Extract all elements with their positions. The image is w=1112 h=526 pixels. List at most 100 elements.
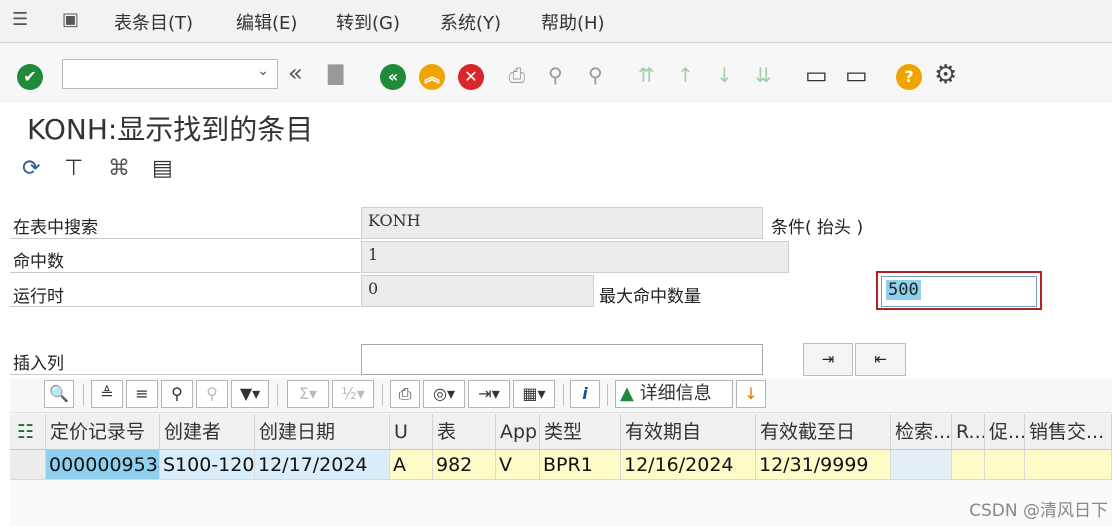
select-all-icon[interactable]: ☷ — [10, 414, 46, 450]
mountain-icon: ▲ — [620, 383, 634, 404]
column-header[interactable]: 促... — [985, 414, 1025, 450]
insert-column-input[interactable] — [361, 344, 763, 375]
last-page-icon: ⇊ — [755, 63, 772, 87]
divider — [10, 374, 360, 375]
column-header[interactable]: 检索... — [891, 414, 952, 450]
column-header[interactable]: 创建者 — [160, 414, 255, 450]
chevron-down-icon[interactable]: ⌄ — [257, 63, 269, 79]
table-cell[interactable]: 12/17/2024 — [255, 450, 390, 480]
network-icon[interactable]: ⌘ — [108, 156, 136, 186]
first-page-icon: ⇈ — [638, 63, 655, 87]
hit-count-field: 1 — [361, 241, 789, 273]
menu-help[interactable]: 帮助(H) — [541, 9, 605, 35]
refresh-icon[interactable]: ⟳ — [22, 156, 50, 186]
runtime-field: 0 — [361, 275, 594, 307]
export-icon[interactable]: ⇥▾ — [468, 380, 510, 408]
runtime-label: 运行时 — [13, 287, 64, 307]
table-cell[interactable]: S100-120 — [160, 450, 255, 480]
column-header[interactable]: 有效期自 — [621, 414, 756, 450]
remove-column-button[interactable]: ⇤ — [855, 343, 906, 376]
exit-icon[interactable]: ︽ — [419, 64, 445, 90]
menu-icon[interactable]: ☰ — [12, 9, 28, 30]
info-icon[interactable]: i — [570, 380, 600, 408]
settings-icon[interactable]: ⚙ — [934, 60, 957, 90]
column-header[interactable]: 有效截至日 — [756, 414, 891, 450]
subtotal-icon: ½▾ — [332, 380, 374, 408]
divider — [10, 272, 360, 273]
sum-icon: Σ▾ — [287, 380, 329, 408]
watermark: CSDN @清风日下 — [969, 501, 1108, 521]
check-table-icon[interactable]: ⊤ — [64, 156, 92, 186]
table-cell[interactable] — [1025, 450, 1112, 480]
table-cell[interactable]: 12/31/9999 — [756, 450, 891, 480]
divider — [10, 238, 360, 239]
sort-asc-icon[interactable]: ≜ — [91, 380, 123, 408]
insert-column-label: 插入列 — [13, 354, 64, 374]
hit-count-label: 命中数 — [13, 252, 64, 272]
find-next-icon: ⚲ — [196, 380, 228, 408]
detail-info-button[interactable]: ▲ 详细信息 — [615, 380, 733, 408]
column-header[interactable]: 表 — [433, 414, 496, 450]
column-header[interactable]: R... — [952, 414, 985, 450]
max-hits-label: 最大命中数量 — [599, 287, 701, 307]
layout-icon[interactable]: ▦▾ — [513, 380, 555, 408]
menu-system[interactable]: 系统(Y) — [440, 9, 501, 35]
filter-icon[interactable]: ▼▾ — [231, 380, 269, 408]
print-icon[interactable]: ⎙ — [390, 380, 420, 408]
column-remove-icon: ⇤ — [874, 350, 887, 368]
find-next-icon: ⚲ — [588, 63, 603, 87]
doc-icon[interactable]: ▤ — [152, 156, 180, 186]
table-cell[interactable]: A — [390, 450, 433, 480]
separator — [277, 384, 278, 406]
menu-edit[interactable]: 编辑(E) — [236, 9, 297, 35]
create-session-icon[interactable]: ▭ — [805, 61, 828, 89]
page-title: KONH:显示找到的条目 — [27, 113, 314, 146]
layout-icon[interactable]: ▣ — [62, 9, 79, 30]
condition-label: 条件( 抬头 ) — [771, 218, 864, 238]
table-cell[interactable] — [891, 450, 952, 480]
column-add-icon: ⇥ — [821, 350, 835, 368]
max-hits-input[interactable]: 500 — [881, 276, 1037, 307]
sort-level-icon[interactable]: ↓ — [736, 380, 766, 408]
menu-goto[interactable]: 转到(G) — [336, 9, 400, 35]
table-cell[interactable]: V — [496, 450, 540, 480]
divider — [10, 306, 360, 307]
save-icon: ▇ — [328, 61, 344, 85]
command-field[interactable]: ⌄ — [62, 59, 278, 89]
column-header[interactable]: 销售交... — [1025, 414, 1112, 450]
row-selector[interactable] — [10, 450, 46, 480]
shortcut-icon[interactable]: ▭ — [845, 61, 868, 89]
help-icon[interactable]: ? — [896, 64, 922, 90]
back-icon[interactable]: « — [288, 59, 303, 87]
table-cell[interactable]: 12/16/2024 — [621, 450, 756, 480]
separator — [83, 384, 84, 406]
max-hits-value: 500 — [886, 280, 921, 300]
table-cell[interactable]: 0000009534 — [46, 450, 160, 480]
table-cell[interactable]: BPR1 — [540, 450, 621, 480]
standard-toolbar: ✔ ⌄ « ▇ « ︽ ✕ ⎙ ⚲ ⚲ ⇈ ↑ ↓ ⇊ ▭ ▭ ? ⚙ — [0, 43, 1112, 103]
column-header[interactable]: 定价记录号 — [46, 414, 160, 450]
table-cell[interactable]: 982 — [433, 450, 496, 480]
find-icon: ⚲ — [548, 63, 563, 87]
detail-info-label: 详细信息 — [639, 383, 712, 404]
table-cell[interactable] — [952, 450, 985, 480]
details-icon[interactable]: 🔍 — [44, 380, 74, 408]
column-header[interactable]: U — [390, 414, 433, 450]
find-icon[interactable]: ⚲ — [161, 380, 193, 408]
column-header[interactable]: App — [496, 414, 540, 450]
result-grid: ☷ 定价记录号 创建者 创建日期 U 表 App 类型 有效期自 有效截至日 检… — [10, 414, 1112, 526]
cancel-icon[interactable]: ✕ — [458, 64, 484, 90]
menu-table-entry[interactable]: 表条目(T) — [114, 9, 193, 35]
sort-desc-icon[interactable]: ≡ — [126, 380, 158, 408]
insert-column-button[interactable]: ⇥ — [803, 343, 853, 376]
table-cell[interactable] — [985, 450, 1025, 480]
prev-page-icon: ↑ — [677, 63, 694, 87]
view-icon[interactable]: ◎▾ — [423, 380, 465, 408]
column-header[interactable]: 类型 — [540, 414, 621, 450]
column-header[interactable]: 创建日期 — [255, 414, 390, 450]
separator — [607, 384, 608, 406]
enter-icon[interactable]: ✔ — [17, 64, 43, 90]
back-green-icon[interactable]: « — [380, 64, 406, 90]
separator — [382, 384, 383, 406]
print-icon: ⎙ — [509, 63, 525, 87]
